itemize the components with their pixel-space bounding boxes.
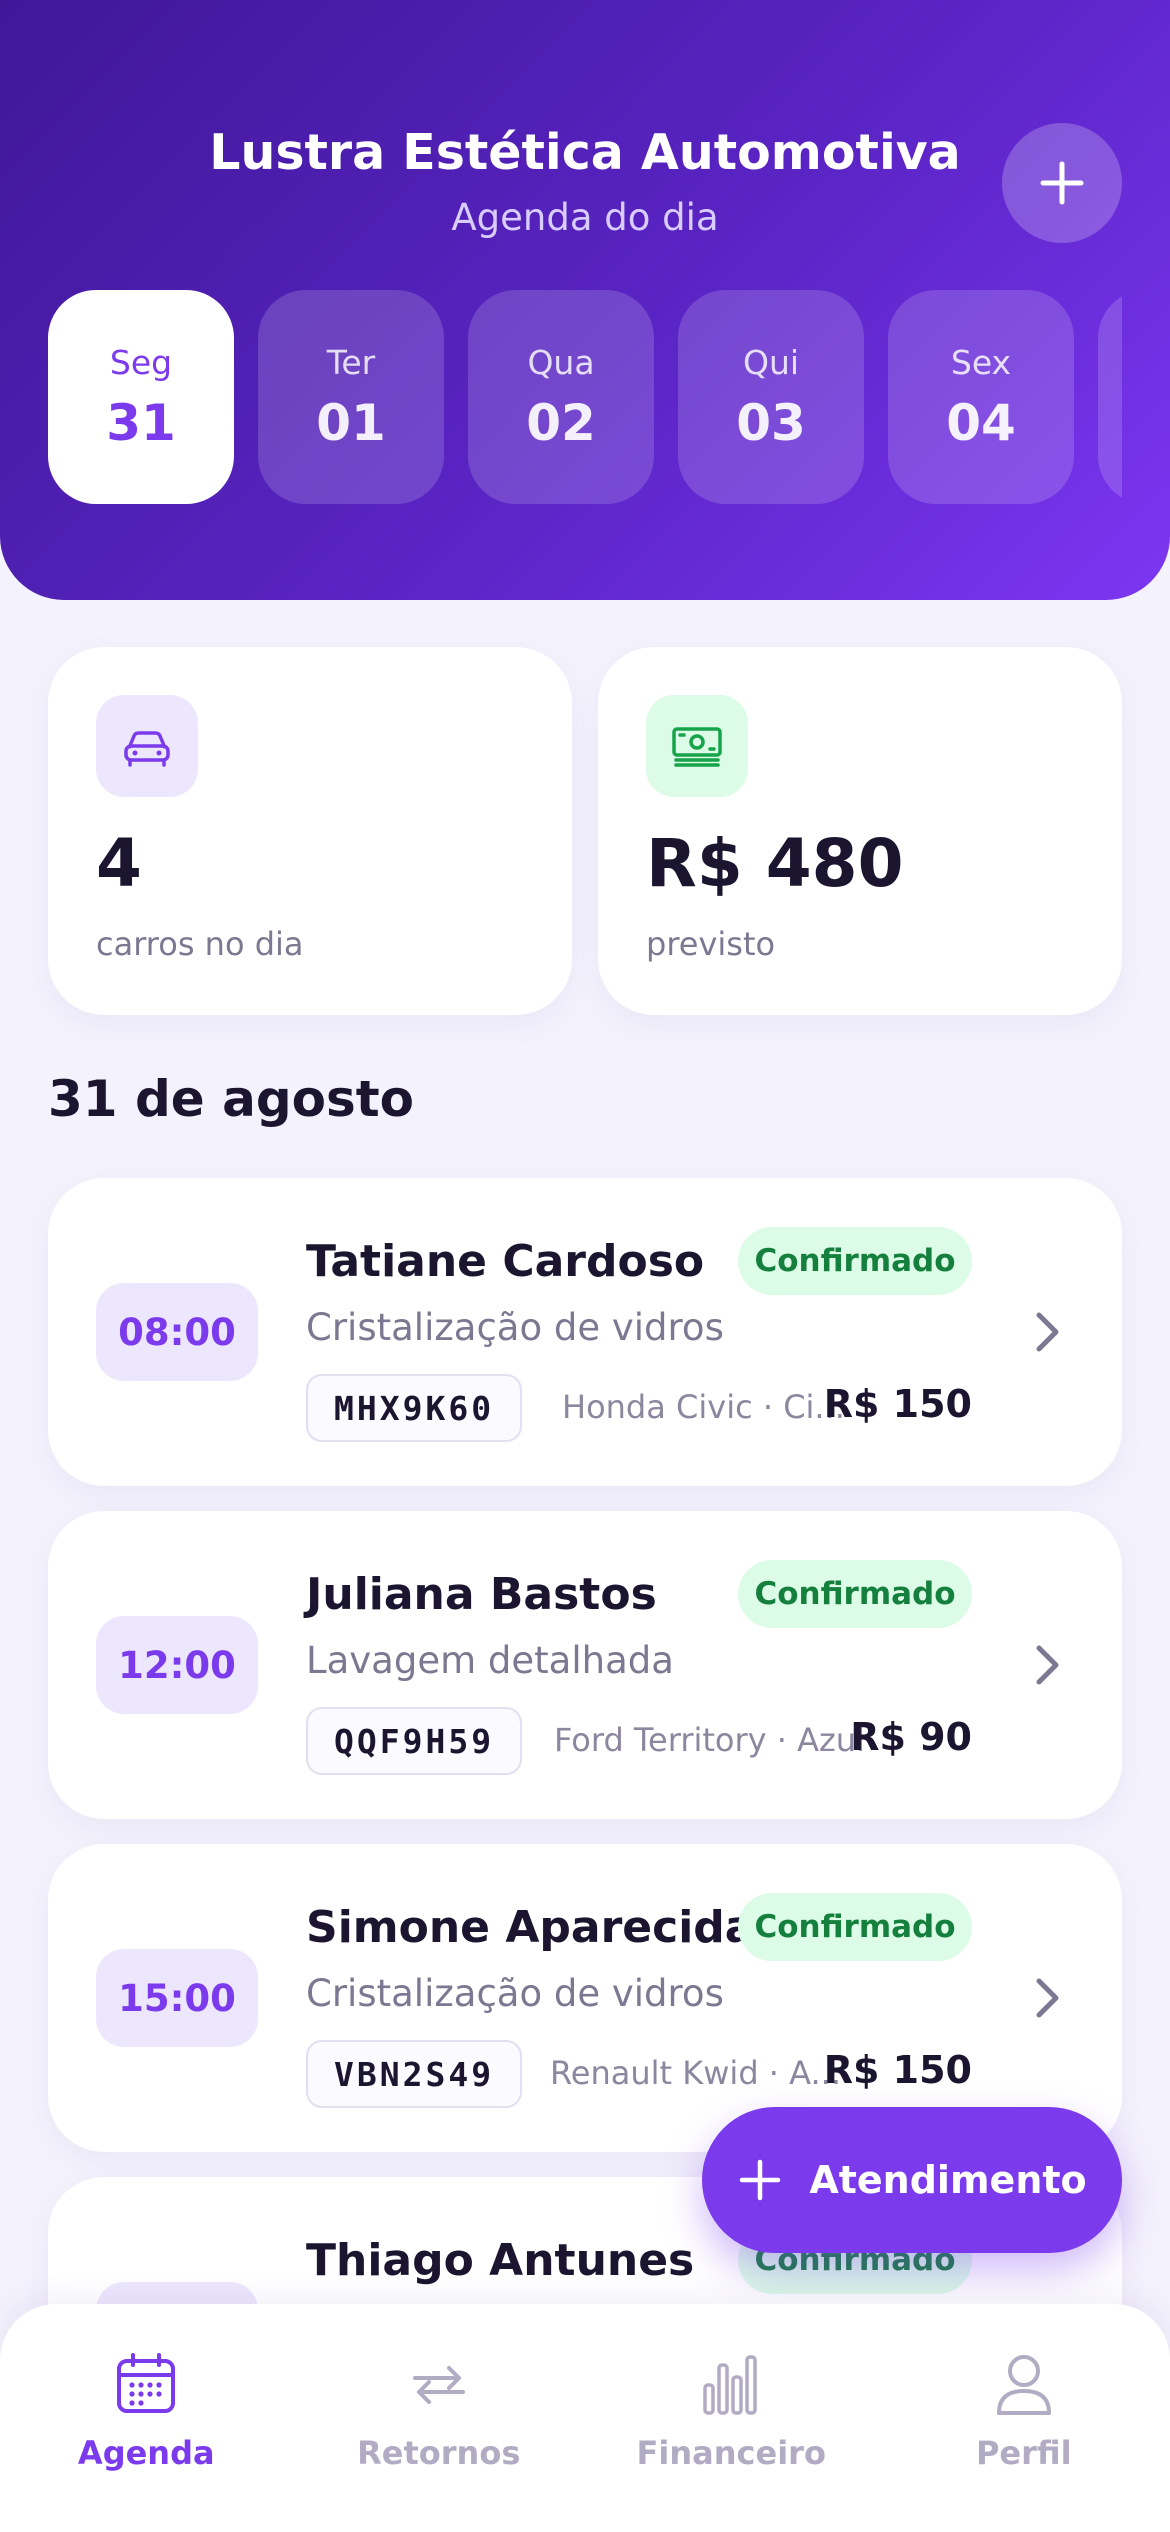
chevron-right-icon (1028, 1304, 1068, 1360)
vehicle-info: Ford Territory · Azul (554, 1721, 865, 1759)
appointment-price: R$ 150 (823, 2048, 972, 2092)
nav-label: Agenda (77, 2434, 215, 2472)
client-name: Tatiane Cardoso (306, 1236, 705, 1287)
nav-agenda[interactable]: Agenda (0, 2304, 293, 2532)
status-badge: Confirmado (738, 1227, 972, 1295)
appointment-time: 08:00 (96, 1283, 258, 1381)
user-icon (994, 2348, 1054, 2420)
status-badge: Confirmado (738, 1893, 972, 1961)
nav-label: Perfil (975, 2434, 1072, 2472)
service-name: Cristalização de vidros (306, 1972, 724, 2015)
nav-perfil[interactable]: Perfil (878, 2304, 1170, 2532)
vehicle-info: Renault Kwid · A... (550, 2054, 841, 2092)
appointment-price: R$ 150 (823, 1382, 972, 1426)
client-name: Thiago Antunes (306, 2235, 695, 2286)
appointment-card[interactable]: 12:00 Juliana Bastos Confirmado Lavagem … (48, 1511, 1122, 1819)
bar-chart-icon (701, 2348, 761, 2420)
appointment-price: R$ 90 (850, 1715, 972, 1759)
chevron-right-icon (1028, 1970, 1068, 2026)
chevron-right-icon (1028, 1637, 1068, 1693)
appointment-time: 15:00 (96, 1949, 258, 2047)
service-name: Lavagem detalhada (306, 1639, 674, 1682)
appointment-time: 12:00 (96, 1616, 258, 1714)
nav-financeiro[interactable]: Financeiro (585, 2304, 878, 2532)
nav-retornos[interactable]: Retornos (293, 2304, 586, 2532)
nav-label: Financeiro (636, 2434, 826, 2472)
status-badge: Confirmado (738, 1560, 972, 1628)
license-plate: VBN2S49 (306, 2040, 523, 2108)
plus-icon (740, 2159, 781, 2201)
appointment-card[interactable]: 15:00 Simone Aparecida Confirmado Crista… (48, 1844, 1122, 2152)
client-name: Juliana Bastos (306, 1569, 657, 1620)
new-appointment-fab[interactable]: Atendimento (702, 2107, 1122, 2253)
vehicle-info: Honda Civic · Ci... (562, 1388, 845, 1426)
calendar-icon (114, 2348, 178, 2420)
license-plate: QQF9H59 (306, 1707, 523, 1775)
bottom-navigation: Agenda Retornos Financeiro Perfil (0, 2304, 1170, 2532)
appointment-card[interactable]: 08:00 Tatiane Cardoso Confirmado Cristal… (48, 1178, 1122, 1486)
nav-label: Retornos (357, 2434, 521, 2472)
service-name: Cristalização de vidros (306, 1306, 724, 1349)
repeat-icon (407, 2348, 471, 2420)
client-name: Simone Aparecida (306, 1902, 755, 1953)
fab-label: Atendimento (809, 2158, 1087, 2202)
license-plate: MHX9K60 (306, 1374, 523, 1442)
